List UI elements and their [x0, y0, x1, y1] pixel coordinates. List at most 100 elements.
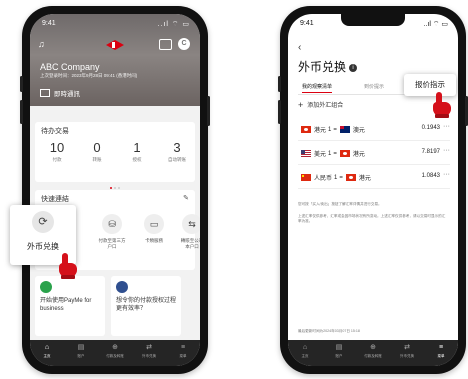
hsbc-logo: [106, 40, 124, 50]
tab-payments[interactable]: ⊕ 付款及转账: [356, 340, 390, 366]
disclaimer-text: 您可按「买入/卖出」按钮了解汇率详情并进行交易。: [298, 202, 382, 206]
info-icon[interactable]: i: [349, 63, 358, 72]
more-options-icon[interactable]: ···: [443, 123, 450, 130]
tab-fx[interactable]: ⇄ 外币兑换: [390, 340, 424, 366]
task-authorization[interactable]: 1 授权: [123, 140, 151, 163]
bottom-tab-bar: ⌂ 主页 ▤ 账户 ⊕ 付款及转账 ⇄ 外币兑换 ≡ 菜单: [30, 340, 200, 366]
to-currency: 港元: [352, 152, 365, 158]
task-label: 付款: [52, 157, 62, 162]
from-currency: 港元: [314, 128, 327, 134]
quantity: 1: [328, 150, 332, 157]
tab-accounts[interactable]: ▤ 账户: [64, 340, 98, 366]
quick-link-own-transfer[interactable]: ⇆ 轉賬至公司 本户口: [175, 214, 200, 250]
promo-row: 开始使用PayMe for business 想令你的付款授权过程更有效率？: [35, 276, 195, 336]
device-icon: [116, 281, 128, 293]
tab-fx[interactable]: ⇄ 外币兑换: [132, 340, 166, 366]
message-icon[interactable]: [159, 39, 172, 50]
tab-payments[interactable]: ⊕ 付款及转账: [98, 340, 132, 366]
currency-pair: 港元 1 = 澳元: [298, 125, 365, 134]
task-count: 3: [173, 140, 181, 155]
tab-label: 外币兑换: [400, 354, 414, 358]
tab-accounts[interactable]: ▤ 账户: [322, 340, 356, 366]
fx-row[interactable]: 人民币 1 = 港元 1.0843 ···: [298, 166, 450, 189]
promo-text: 开始使用PayMe for business: [40, 298, 92, 312]
add-currency-pair-button[interactable]: + 添加外汇组合: [298, 100, 343, 110]
task-label: 自动转账: [168, 157, 186, 162]
tab-home[interactable]: ⌂ 主页: [288, 340, 322, 366]
currency-pair: 美元 1 = 港元: [298, 149, 365, 158]
task-count: 1: [133, 140, 141, 155]
us-flag-icon: [301, 150, 311, 157]
quick-link-card-services[interactable]: ▭ 卡類服務: [137, 214, 171, 244]
status-bar: 9:41 ..ıl ⌔ ▭: [42, 20, 190, 30]
add-currency-pair-label: 添加外汇组合: [307, 103, 344, 109]
task-count: 0: [93, 140, 101, 155]
notification-bell-icon[interactable]: ♫: [38, 39, 48, 49]
task-label: 授权: [132, 157, 142, 162]
tab-label: 账户: [77, 354, 85, 358]
au-flag-icon: [339, 126, 350, 133]
last-updated-text: 最后更新时间为2024年03月07日 15:18: [298, 329, 360, 333]
quick-links-title: 快速連結: [41, 196, 69, 203]
quick-link-third-party-payment[interactable]: ⛁ 付款至第三方 户口: [95, 214, 129, 250]
plus-icon: +: [298, 100, 304, 110]
status-time: 9:41: [300, 20, 314, 27]
fx-row[interactable]: 美元 1 = 港元 7.8197 ···: [298, 142, 450, 165]
header-row: ♫ C: [38, 38, 192, 52]
promo-card-authorization[interactable]: 想令你的付款授权过程更有效率？: [111, 276, 181, 336]
tab-price-alert[interactable]: 到价提示: [364, 83, 384, 90]
tab-menu[interactable]: ≡ 菜单: [166, 340, 200, 366]
phone-side-button: [207, 96, 210, 126]
accounts-icon: ▤: [77, 344, 85, 351]
more-options-icon[interactable]: ···: [443, 171, 450, 178]
last-login-text: 上次登录时间：2023年9月28日 09:41 (香港时间): [40, 73, 138, 78]
tab-label: 付款及转账: [106, 354, 124, 358]
message-box-icon: [40, 89, 50, 97]
pending-tasks-title: 待办交易: [41, 128, 69, 135]
instant-message-link[interactable]: 即時通訊: [40, 88, 80, 98]
payments-icon: ⊕: [370, 344, 376, 351]
task-label: 转账: [92, 157, 102, 162]
phone-side-button: [20, 76, 23, 92]
edit-pencil-icon[interactable]: ✎: [183, 194, 189, 202]
account-header: 9:41 ..ıl ⌔ ▭ ♫ C ABC Company 上次登录时间：202…: [30, 14, 200, 106]
to-currency: 澳元: [352, 128, 365, 134]
avatar[interactable]: C: [178, 38, 190, 50]
equals-sign: =: [333, 126, 337, 133]
tab-home[interactable]: ⌂ 主页: [30, 340, 64, 366]
task-transfers[interactable]: 0 转账: [83, 140, 111, 163]
to-currency: 港元: [358, 176, 371, 182]
right-phone: 9:41 ..ıl ⌔ ▭ ‹ 外币兑换 i 我的观察清单 到价提示 + 添加外汇组…: [278, 6, 468, 374]
card-icon: ▭: [144, 214, 164, 234]
home-icon: ⌂: [302, 344, 308, 351]
task-count: 10: [49, 140, 65, 155]
from-currency: 人民币: [314, 176, 333, 182]
task-payments[interactable]: 10 付款: [43, 140, 71, 163]
fx-exchange-label: 外币兑换: [27, 242, 59, 251]
company-name: ABC Company: [40, 62, 100, 72]
fx-icon: ⇄: [146, 344, 152, 351]
status-time: 9:41: [42, 20, 56, 27]
task-auto-transfer[interactable]: 3 自动转账: [163, 140, 191, 163]
quantity: 1: [328, 126, 332, 133]
hk-flag-icon: [339, 150, 350, 157]
back-chevron-icon[interactable]: ‹: [298, 42, 301, 53]
bottom-tab-bar: ⌂ 主页 ▤ 账户 ⊕ 付款及转账 ⇄ 外币兑换 ≡ 菜单: [288, 340, 458, 366]
tab-menu[interactable]: ≡ 菜单: [424, 340, 458, 366]
more-options-icon[interactable]: ···: [443, 147, 450, 154]
left-screen: 9:41 ..ıl ⌔ ▭ ♫ C ABC Company 上次登录时间：202…: [30, 14, 200, 366]
payme-icon: [40, 281, 52, 293]
phone-side-button: [278, 76, 281, 92]
left-phone: 9:41 ..ıl ⌔ ▭ ♫ C ABC Company 上次登录时间：202…: [20, 6, 210, 374]
status-icons: ..ıl ⌔ ▭: [157, 21, 190, 28]
fx-rate: 0.1943: [421, 125, 440, 131]
fx-row[interactable]: 港元 1 = 澳元 0.1943 ···: [298, 118, 450, 141]
tab-label: 主页: [43, 354, 51, 358]
tap-hand-icon: [58, 253, 78, 279]
hk-flag-icon: [301, 126, 311, 133]
promo-text: 想令你的付款授权过程更有效率？: [116, 298, 177, 312]
tab-watchlist[interactable]: 我的观察清单: [302, 83, 333, 93]
menu-icon: ≡: [180, 344, 186, 351]
currency-pair: 人民币 1 = 港元: [298, 173, 371, 182]
promo-card-payme[interactable]: 开始使用PayMe for business: [35, 276, 105, 336]
